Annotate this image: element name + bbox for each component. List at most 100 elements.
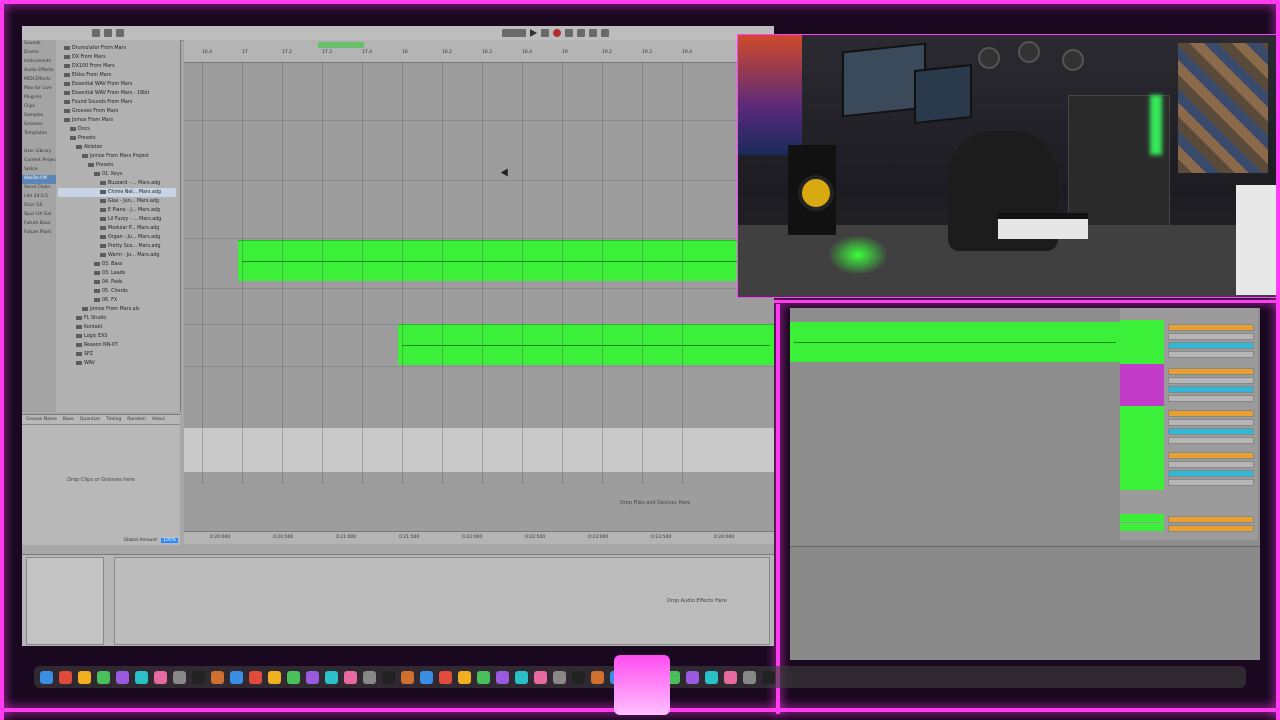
calculator-icon[interactable] [724,670,737,684]
xcode-icon[interactable] [705,670,718,684]
terminal-icon[interactable] [401,670,414,684]
follow-button[interactable] [116,29,124,37]
reminders-icon[interactable] [230,670,243,684]
track-header-3[interactable] [1120,406,1164,448]
device-chain[interactable]: Drop Audio Effects Here [114,557,770,645]
splice-icon[interactable] [420,670,433,684]
photos-icon[interactable] [154,670,167,684]
midi-clip-3[interactable] [790,322,1120,362]
browser-category-item[interactable]: Clips [22,103,56,112]
browser-category-item[interactable]: Current Project [22,157,56,166]
track-lane-7[interactable] [184,366,774,429]
time-ruler[interactable]: 0:20:000 0:20:500 0:21:000 0:21:500 0:22:000… [184,531,774,544]
monitor-select[interactable] [1168,470,1254,477]
monitor-select[interactable] [1168,428,1254,435]
position-display[interactable] [502,29,526,37]
tv-icon[interactable] [249,670,262,684]
browser-category-item[interactable]: Grooves [22,121,56,130]
browser-tree-item[interactable]: FL Studio [58,314,176,323]
browser-tree-item[interactable]: Glas - Jun... Mars.adg [58,197,176,206]
browser-tree-item[interactable]: Kontakt [58,323,176,332]
drop-files-zone[interactable]: Drop Files and Devices Here [620,500,690,506]
groove-column-header[interactable]: Veloci [152,417,165,422]
browser-tree-item[interactable]: E Piano - J... Mars.adg [58,206,176,215]
record-icon[interactable] [553,29,561,37]
play-icon[interactable] [530,29,537,37]
output-select[interactable] [1168,395,1254,402]
browser-tree-item[interactable]: Jomox From Mars [58,116,176,125]
return-activator[interactable] [1168,516,1254,523]
track-activator[interactable] [1168,324,1254,331]
podcasts-icon[interactable] [287,670,300,684]
browser-tree-item[interactable]: Found Sounds From Mars [58,98,176,107]
return-track-a[interactable] [1120,514,1164,522]
return-track-b[interactable] [1120,523,1164,531]
browser-tree-item[interactable]: Buzzard - ... Mars.adg [58,179,176,188]
track-lane-1[interactable] [184,62,774,121]
groove-column-header[interactable]: Quantize [80,417,100,422]
track-activator[interactable] [1168,452,1254,459]
track-controls-4[interactable] [1168,450,1254,488]
punch-in-button[interactable] [589,29,597,37]
browser-tree-item[interactable]: Essential WAV From Mars - 16bit [58,89,176,98]
browser-tree-item[interactable]: Drumulator From Mars [58,44,176,53]
groove-column-header[interactable]: Base [63,417,74,422]
track-lane-2[interactable] [184,120,774,181]
browser-category-item[interactable]: Max for Live [22,85,56,94]
browser-tree-item[interactable]: Logic EXS [58,332,176,341]
spotify-icon[interactable] [515,670,528,684]
drop-audio-effects[interactable]: Drop Audio Effects Here [667,598,727,604]
browser-tree-item[interactable]: WAV [58,359,176,368]
browser-category-item[interactable]: Drums [22,49,56,58]
ableton-icon[interactable] [363,670,376,684]
browser-category-item[interactable]: Sounds [22,40,56,49]
stop-icon[interactable] [541,29,549,37]
browser-tree-item[interactable]: DX From Mars [58,53,176,62]
input-select[interactable] [1168,377,1254,384]
browser-tree-item[interactable]: Pretty Sca... Mars.adg [58,242,176,251]
return-controls[interactable] [1168,514,1254,534]
logic-icon[interactable] [534,670,547,684]
music-icon[interactable] [268,670,281,684]
browser-tree-item[interactable]: Elkko From Mars [58,71,176,80]
monitor-select[interactable] [1168,342,1254,349]
groove-drop-zone[interactable]: Drop Clips or Grooves here [22,477,180,483]
keynote-icon[interactable] [686,670,699,684]
chrome-icon[interactable] [344,670,357,684]
track-activator[interactable] [1168,410,1254,417]
track-activator[interactable] [1168,368,1254,375]
browser-tree-item[interactable]: Grooves From Mars [58,107,176,116]
browser-tree-item[interactable]: Docs [58,125,176,134]
track-lane-3[interactable] [184,180,774,239]
browser-category-item[interactable]: AbeStr.f.M [22,175,56,184]
browser-tree-item[interactable]: Jomox From Mars Project [58,152,176,161]
midi-clip-2[interactable] [398,324,774,365]
input-select[interactable] [1168,461,1254,468]
browser-category-item[interactable]: Audio Effects [22,67,56,76]
video-icon[interactable] [572,670,585,684]
loop-button[interactable] [577,29,585,37]
browser-category-item[interactable]: Templates [22,130,56,139]
browser-tree-item[interactable]: Warm - Ju... Mars.adg [58,251,176,260]
preview-icon[interactable] [591,670,604,684]
browser-tree-item[interactable]: Lil Fuzzy - ... Mars.adg [58,215,176,224]
output-select[interactable] [1168,437,1254,444]
global-amount-value[interactable]: 100% [161,538,178,543]
input-select[interactable] [1168,419,1254,426]
browser-category-item[interactable]: Future Bass [22,220,56,229]
finder-icon[interactable] [40,670,53,684]
beat-ruler[interactable]: 16.4 17 17.2 17.3 17.4 18 18.2 18.3 18.4 19 19.2 19… [184,40,774,63]
app-store-icon[interactable] [306,670,319,684]
browser-tree-item[interactable]: Organ - Ju... Mars.adg [58,233,176,242]
native-access-icon[interactable] [496,670,509,684]
browser-category-item[interactable]: Instruments [22,58,56,67]
browser-category-item[interactable]: MIDI Effects [22,76,56,85]
audio-icon[interactable] [439,670,452,684]
browser-category-item[interactable]: Plug-ins [22,94,56,103]
browser-tree-item[interactable]: 06. FX [58,296,176,305]
browser-tree-item[interactable]: 03. Leads [58,269,176,278]
track-lane-5[interactable] [184,288,774,325]
browser-tree-item[interactable]: Ableton [58,143,176,152]
browser-tree-item[interactable]: 01. Keys [58,170,176,179]
browser-tree-item[interactable]: Jomox From Mars.als [58,305,176,314]
